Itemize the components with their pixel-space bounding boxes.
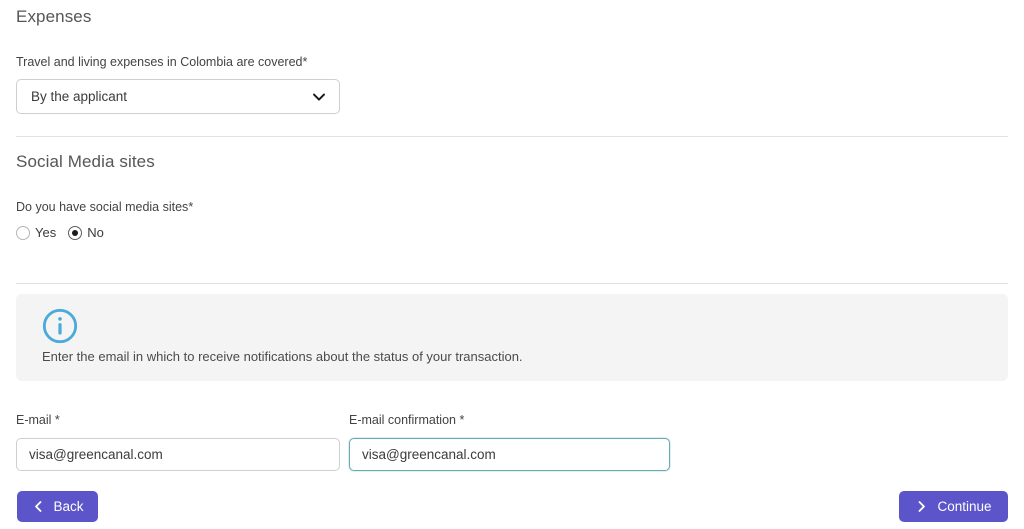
radio-label-yes: Yes xyxy=(35,225,57,240)
info-banner-message: Enter the email in which to receive noti… xyxy=(42,349,523,364)
chevron-right-icon xyxy=(919,501,926,512)
info-circle-icon xyxy=(42,308,78,344)
continue-button[interactable]: Continue xyxy=(899,491,1008,522)
radio-option-no[interactable]: No xyxy=(68,225,104,240)
social-media-radio-group: Yes No xyxy=(16,225,116,240)
radio-option-yes[interactable]: Yes xyxy=(16,225,56,240)
chevron-down-icon xyxy=(313,93,325,101)
expenses-question-text: Travel and living expenses in Colombia a… xyxy=(16,55,303,69)
continue-button-label: Continue xyxy=(937,499,992,514)
email-confirmation-label: E-mail confirmation * xyxy=(349,413,464,427)
expenses-section-title: Expenses xyxy=(16,7,92,26)
radio-circle-yes[interactable] xyxy=(16,225,30,240)
back-button-label: Back xyxy=(53,499,84,514)
divider-social-media xyxy=(16,283,1008,284)
form-page: Expenses Travel and living expenses in C… xyxy=(0,0,1024,529)
social-media-required-asterisk: * xyxy=(188,200,194,214)
expenses-question-label: Travel and living expenses in Colombia a… xyxy=(16,55,307,69)
email-input[interactable] xyxy=(16,438,340,471)
email-required-asterisk: * xyxy=(54,413,60,427)
email-confirmation-required-asterisk: * xyxy=(459,413,465,427)
social-media-question-label: Do you have social media sites* xyxy=(16,200,193,214)
email-label: E-mail * xyxy=(16,413,60,427)
expenses-coverage-select[interactable]: By the applicant xyxy=(16,79,340,114)
divider-expenses xyxy=(16,136,1008,137)
social-media-question-text: Do you have social media sites xyxy=(16,200,189,214)
email-label-text: E-mail xyxy=(16,413,52,427)
info-banner: Enter the email in which to receive noti… xyxy=(16,294,1008,381)
social-media-section-title: Social Media sites xyxy=(16,152,155,171)
email-confirmation-label-text: E-mail confirmation xyxy=(349,413,456,427)
back-button[interactable]: Back xyxy=(17,491,98,522)
expenses-coverage-selected-value: By the applicant xyxy=(31,89,128,104)
radio-label-no: No xyxy=(87,225,104,240)
expenses-required-asterisk: * xyxy=(302,55,308,69)
radio-circle-no[interactable] xyxy=(68,225,83,240)
email-confirmation-input[interactable] xyxy=(349,438,670,471)
chevron-left-icon xyxy=(34,501,41,512)
radio-dot-selected xyxy=(72,229,79,236)
